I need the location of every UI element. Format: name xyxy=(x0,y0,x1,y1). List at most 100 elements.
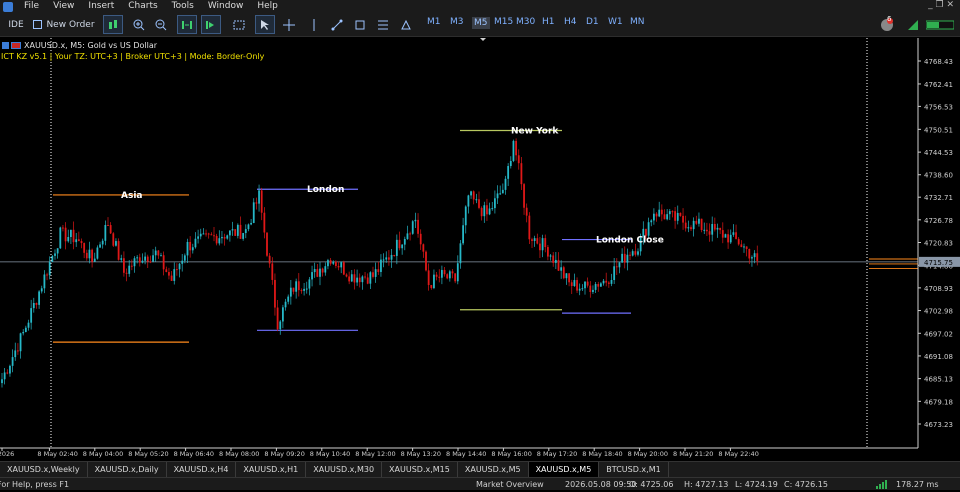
candle-body xyxy=(24,327,27,333)
tf-d1[interactable]: D1 xyxy=(586,17,599,27)
candle-body xyxy=(745,246,748,249)
candle-body xyxy=(229,230,231,236)
chart-tab[interactable]: XAUUSD.x,M5 xyxy=(458,462,529,477)
status-market-overview[interactable]: Market Overview xyxy=(476,479,544,490)
price-tick-label: 4762.41 xyxy=(924,81,953,89)
candle-body xyxy=(565,273,568,279)
candle-body xyxy=(295,281,298,292)
menu-help[interactable]: Help xyxy=(250,0,285,13)
new-order-button[interactable]: New Order xyxy=(32,15,96,34)
tf-m3[interactable]: M3 xyxy=(450,17,464,27)
notifications-icon[interactable]: 6 xyxy=(873,15,901,34)
candle-body xyxy=(168,272,170,276)
candle-body xyxy=(75,239,78,243)
shapes-icon[interactable] xyxy=(398,15,414,34)
tf-h1[interactable]: H1 xyxy=(542,17,555,27)
crosshair-icon[interactable] xyxy=(281,15,297,34)
candle-body xyxy=(64,227,67,242)
candle-body xyxy=(411,221,414,234)
candle-body xyxy=(104,224,107,241)
price-tick-label: 4685.13 xyxy=(924,376,953,384)
price-tick-label: 4691.08 xyxy=(924,353,953,361)
candle-body xyxy=(70,229,72,237)
chart-tab[interactable]: XAUUSD.x,Daily xyxy=(88,462,167,477)
candle-body xyxy=(629,254,631,256)
chart-tab[interactable]: XAUUSD.x,Weekly xyxy=(0,462,88,477)
chart-tab[interactable]: XAUUSD.x,M5 xyxy=(528,462,600,477)
candle-body xyxy=(743,246,745,248)
chart-menu-icon[interactable] xyxy=(2,42,9,49)
candle-body xyxy=(146,256,149,262)
symbol-line: XAUUSD.x, M5: Gold vs US Dollar xyxy=(2,41,157,50)
tf-m1[interactable]: M1 xyxy=(427,17,441,27)
candle-body xyxy=(120,258,123,260)
candle-body xyxy=(54,253,56,256)
price-tick-label: 4726.78 xyxy=(924,217,953,225)
window-controls[interactable]: _ ❐ ✕ xyxy=(928,0,954,10)
menu-file[interactable]: File xyxy=(17,0,46,13)
candle-body xyxy=(221,237,223,239)
candle-body xyxy=(96,247,99,259)
candle-body xyxy=(112,233,115,246)
tf-h4[interactable]: H4 xyxy=(564,17,577,27)
app-icon[interactable] xyxy=(3,1,13,12)
chart-type-icon[interactable] xyxy=(103,15,123,34)
zoom-in-icon[interactable] xyxy=(131,15,147,34)
time-tick-label: 8 May 14:40 xyxy=(446,450,486,458)
chart-tab[interactable]: XAUUSD.x,M30 xyxy=(306,462,383,477)
menu-tools[interactable]: Tools xyxy=(165,0,201,13)
tf-mn[interactable]: MN xyxy=(630,17,645,27)
tf-m15[interactable]: M15 xyxy=(494,17,513,27)
status-datetime: 2026.05.08 09:50 xyxy=(565,480,637,489)
candle-body xyxy=(751,257,753,259)
candle-body xyxy=(464,206,467,226)
chart-tab[interactable]: XAUUSD.x,H1 xyxy=(236,462,307,477)
time-tick-label: 8 May 17:20 xyxy=(537,450,577,458)
candle-body xyxy=(568,273,570,283)
candle-body xyxy=(459,243,462,264)
candle-body xyxy=(393,254,396,256)
candle-body xyxy=(525,207,528,216)
chart-tab[interactable]: XAUUSD.x,H4 xyxy=(167,462,237,477)
candle-body xyxy=(417,219,419,234)
ide-button[interactable]: IDE xyxy=(4,15,28,34)
tf-m30[interactable]: M30 xyxy=(516,17,535,27)
candle-body xyxy=(141,260,144,263)
menu-charts[interactable]: Charts xyxy=(121,0,164,13)
tf-w1[interactable]: W1 xyxy=(608,17,623,27)
chart-shift-icon[interactable] xyxy=(201,15,221,34)
menu-insert[interactable]: Insert xyxy=(81,0,121,13)
candle-body xyxy=(398,239,401,249)
price-chart[interactable]: 4768.43 4762.41 4756.53 4750.51 4744.53 4738.… xyxy=(0,38,960,461)
candle-body xyxy=(395,239,398,256)
chart-tab[interactable]: BTCUSD.x,M1 xyxy=(599,462,669,477)
candle-body xyxy=(242,233,245,239)
fibonacci-icon[interactable] xyxy=(375,15,391,34)
candle-body xyxy=(239,224,242,239)
cursor-icon[interactable] xyxy=(255,15,275,34)
signal-icon[interactable] xyxy=(906,15,920,34)
time-tick-label: 8 May 20:00 xyxy=(628,450,668,458)
trendline-icon[interactable] xyxy=(329,15,345,34)
connection-status-icon[interactable] xyxy=(925,15,955,34)
zoom-out-icon[interactable] xyxy=(153,15,169,34)
candle-body xyxy=(451,271,454,274)
vertical-line-icon[interactable] xyxy=(306,15,322,34)
chart-tab[interactable]: XAUUSD.x,M15 xyxy=(382,462,458,477)
status-ping: 178.27 ms xyxy=(896,480,939,489)
time-tick-label: 8 May 06:40 xyxy=(174,450,214,458)
candle-body xyxy=(494,198,496,209)
chart-shift-marker-icon[interactable] xyxy=(480,38,486,41)
candle-body xyxy=(350,274,353,282)
candle-body xyxy=(380,259,382,272)
menu-window[interactable]: Window xyxy=(201,0,251,13)
templates-icon[interactable] xyxy=(231,15,247,34)
tf-m5[interactable]: M5 xyxy=(472,17,490,29)
candle-body xyxy=(133,258,136,267)
candle-body xyxy=(300,290,303,292)
price-tick-label: 4702.98 xyxy=(924,308,953,316)
time-tick-label: 8 May 13:20 xyxy=(401,450,441,458)
channel-icon[interactable] xyxy=(352,15,368,34)
menu-view[interactable]: View xyxy=(46,0,81,13)
autoscroll-icon[interactable] xyxy=(177,15,197,34)
